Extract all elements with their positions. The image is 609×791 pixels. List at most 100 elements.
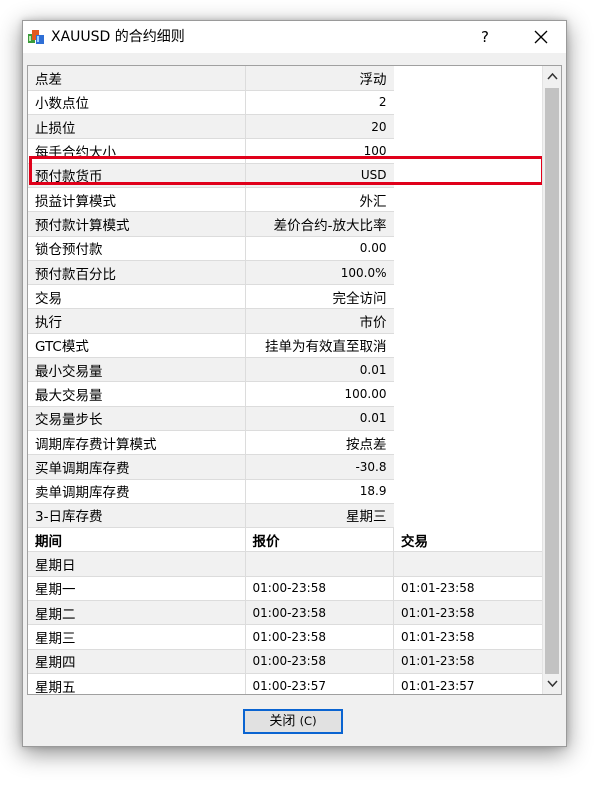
session-trade: 01:01-23:58 xyxy=(393,649,542,674)
spec-grid: 点差 浮动 小数点位 2 止损位 20 每手合约大小 100 预付款货币 USD 损益计算模式 外汇预… xyxy=(27,65,562,695)
property-key: 交易 xyxy=(28,284,246,310)
scroll-up-button[interactable] xyxy=(543,66,561,86)
session-row[interactable]: 星期日 xyxy=(28,551,542,577)
spec-table: 点差 浮动 小数点位 2 止损位 20 每手合约大小 100 预付款货币 USD 损益计算模式 外汇预… xyxy=(28,66,542,694)
property-key: 卖单调期库存费 xyxy=(28,479,246,504)
session-trade: 01:01-23:58 xyxy=(393,624,542,650)
session-day: 星期四 xyxy=(28,649,246,674)
sessions-header-row: 期间 报价 交易 xyxy=(28,527,542,553)
property-key: 最小交易量 xyxy=(28,357,246,383)
property-key: 买单调期库存费 xyxy=(28,454,246,480)
property-value: 浮动 xyxy=(245,66,394,91)
property-key: 调期库存费计算模式 xyxy=(28,430,246,456)
property-value: 20 xyxy=(245,114,394,140)
session-row[interactable]: 星期三 01:00-23:58 01:01-23:58 xyxy=(28,624,542,650)
property-key: 执行 xyxy=(28,308,246,334)
property-value: 市价 xyxy=(245,308,394,334)
property-row[interactable]: 每手合约大小 100 xyxy=(28,138,542,164)
property-row[interactable]: 点差 浮动 xyxy=(28,66,542,91)
property-value: 100.00 xyxy=(245,381,394,407)
session-day: 星期三 xyxy=(28,624,246,650)
property-row[interactable]: 3-日库存费 星期三 xyxy=(28,503,542,529)
header-quote: 报价 xyxy=(245,527,394,553)
header-period: 期间 xyxy=(28,527,246,553)
property-value: 100 xyxy=(245,138,394,164)
session-row[interactable]: 星期二 01:00-23:58 01:01-23:58 xyxy=(28,600,542,626)
property-row[interactable]: 调期库存费计算模式 按点差 xyxy=(28,430,542,456)
property-row[interactable]: 小数点位 2 xyxy=(28,90,542,116)
property-key: 小数点位 xyxy=(28,90,246,116)
vertical-scrollbar[interactable] xyxy=(542,66,561,694)
scroll-down-button[interactable] xyxy=(543,674,561,694)
help-button[interactable]: ? xyxy=(470,25,500,49)
property-row[interactable]: 卖单调期库存费 18.9 xyxy=(28,479,542,504)
property-value: 外汇 xyxy=(245,187,394,213)
window-close-button[interactable] xyxy=(523,25,559,49)
session-trade: 01:01-23:58 xyxy=(393,576,542,602)
title-bar: XAUUSD 的合约细则 ? xyxy=(23,21,566,53)
property-key: GTC模式 xyxy=(28,333,246,359)
property-value: 星期三 xyxy=(245,503,394,529)
property-value: 0.00 xyxy=(245,236,394,261)
session-row[interactable]: 星期五 01:00-23:57 01:01-23:57 xyxy=(28,673,542,694)
property-key: 点差 xyxy=(28,66,246,91)
property-row[interactable]: 预付款百分比 100.0% xyxy=(28,260,542,286)
session-trade: 01:01-23:58 xyxy=(393,600,542,626)
property-key: 损益计算模式 xyxy=(28,187,246,213)
contract-spec-dialog: XAUUSD 的合约细则 ? 点差 浮动 小数点位 2 止损位 20 每手合约大小 100 预付… xyxy=(22,20,567,747)
scroll-thumb[interactable] xyxy=(545,88,559,674)
property-value: 完全访问 xyxy=(245,284,394,310)
session-quote: 01:00-23:58 xyxy=(245,649,394,674)
property-value: 0.01 xyxy=(245,357,394,383)
session-trade xyxy=(393,551,542,577)
property-row[interactable]: GTC模式 挂单为有效直至取消 xyxy=(28,333,542,359)
property-key: 止损位 xyxy=(28,114,246,140)
property-key: 预付款百分比 xyxy=(28,260,246,286)
property-key: 预付款货币 xyxy=(28,163,246,188)
property-key: 锁仓预付款 xyxy=(28,236,246,261)
property-row[interactable]: 最大交易量 100.00 xyxy=(28,381,542,407)
property-value: 挂单为有效直至取消 xyxy=(245,333,394,359)
session-row[interactable]: 星期一 01:00-23:58 01:01-23:58 xyxy=(28,576,542,602)
close-button[interactable]: 关闭 (C) xyxy=(243,709,343,734)
property-key: 3-日库存费 xyxy=(28,503,246,529)
property-row[interactable]: 预付款货币 USD xyxy=(28,163,542,188)
property-row[interactable]: 最小交易量 0.01 xyxy=(28,357,542,383)
property-value: 0.01 xyxy=(245,406,394,431)
session-day: 星期一 xyxy=(28,576,246,602)
property-key: 预付款计算模式 xyxy=(28,211,246,237)
session-quote: 01:00-23:57 xyxy=(245,673,394,694)
property-value: -30.8 xyxy=(245,454,394,480)
window-title: XAUUSD 的合约细则 xyxy=(51,29,185,45)
app-icon xyxy=(27,28,45,46)
close-icon xyxy=(534,30,548,44)
property-key: 每手合约大小 xyxy=(28,138,246,164)
session-quote: 01:00-23:58 xyxy=(245,576,394,602)
property-value: 差价合约-放大比率 xyxy=(245,211,394,237)
close-button-label: 关闭 xyxy=(269,714,296,729)
chevron-up-icon xyxy=(547,72,558,80)
session-row[interactable]: 星期四 01:00-23:58 01:01-23:58 xyxy=(28,649,542,674)
property-row[interactable]: 交易 完全访问 xyxy=(28,284,542,310)
property-row[interactable]: 交易量步长 0.01 xyxy=(28,406,542,431)
property-value: 100.0% xyxy=(245,260,394,286)
session-trade: 01:01-23:57 xyxy=(393,673,542,694)
property-value: 18.9 xyxy=(245,479,394,504)
property-key: 最大交易量 xyxy=(28,381,246,407)
session-quote: 01:00-23:58 xyxy=(245,624,394,650)
property-row[interactable]: 执行 市价 xyxy=(28,308,542,334)
property-row[interactable]: 损益计算模式 外汇 xyxy=(28,187,542,213)
property-row[interactable]: 锁仓预付款 0.00 xyxy=(28,236,542,261)
property-row[interactable]: 止损位 20 xyxy=(28,114,542,140)
header-trade: 交易 xyxy=(393,527,542,553)
property-row[interactable]: 买单调期库存费 -30.8 xyxy=(28,454,542,480)
property-value: USD xyxy=(245,163,394,188)
property-row[interactable]: 预付款计算模式 差价合约-放大比率 xyxy=(28,211,542,237)
session-quote: 01:00-23:58 xyxy=(245,600,394,626)
close-button-shortcut: (C) xyxy=(299,714,317,728)
session-quote xyxy=(245,551,394,577)
session-day: 星期日 xyxy=(28,551,246,577)
property-key: 交易量步长 xyxy=(28,406,246,431)
chevron-down-icon xyxy=(547,680,558,688)
session-day: 星期二 xyxy=(28,600,246,626)
